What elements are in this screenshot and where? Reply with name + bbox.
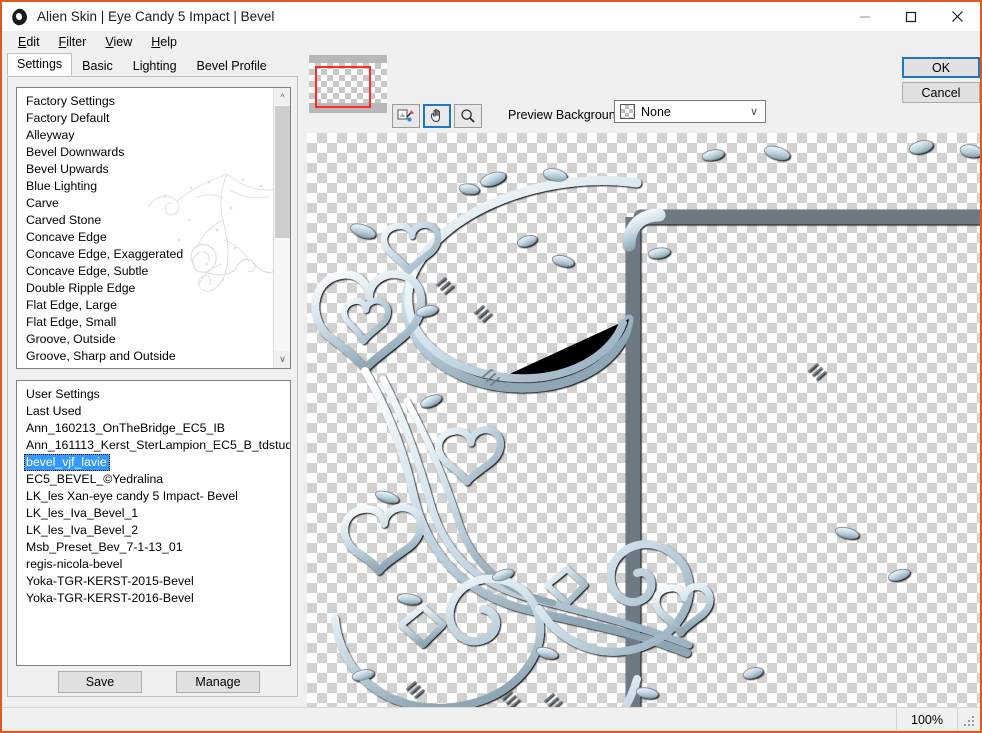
- window-title: Alien Skin | Eye Candy 5 Impact | Bevel: [37, 9, 275, 24]
- tab-lighting[interactable]: Lighting: [122, 55, 187, 76]
- list-item[interactable]: Carve: [24, 195, 59, 212]
- list-item[interactable]: LK_les_Iva_Bevel_1: [24, 505, 138, 522]
- scrollbar-thumb[interactable]: [275, 106, 290, 238]
- manage-button[interactable]: Manage: [176, 671, 260, 693]
- menu-item-help[interactable]: Help: [143, 33, 186, 51]
- preview-navigator[interactable]: [309, 55, 387, 113]
- preview-canvas[interactable]: [307, 133, 980, 707]
- menu-item-view[interactable]: View: [97, 33, 141, 51]
- chevron-down-icon[interactable]: ∨: [750, 105, 758, 118]
- tab-bevel-profile[interactable]: Bevel Profile: [186, 55, 277, 76]
- list-item: User Settings: [26, 387, 100, 401]
- navigator-viewport-rect[interactable]: [315, 66, 371, 108]
- list-item[interactable]: Bevel Downwards: [24, 144, 124, 161]
- zoom-level[interactable]: 100%: [896, 707, 958, 731]
- list-item[interactable]: Yoka-TGR-KERST-2016-Bevel: [24, 590, 194, 607]
- tab-settings[interactable]: Settings: [7, 53, 73, 76]
- menu-item-filter[interactable]: Filter: [51, 33, 96, 51]
- factory-settings-list[interactable]: Factory Settings Factory Default Alleywa…: [16, 87, 291, 369]
- preview-background-select[interactable]: None ∨: [614, 100, 766, 123]
- menu-item-edit-rest: dit: [26, 35, 40, 49]
- list-item[interactable]: Ann_160213_OnTheBridge_EC5_IB: [24, 420, 225, 437]
- list-item[interactable]: Blue Lighting: [24, 178, 97, 195]
- list-item[interactable]: Carved Stone: [24, 212, 101, 229]
- list-item[interactable]: Concave Edge, Subtle: [24, 263, 148, 280]
- list-item[interactable]: Ann_161113_Kerst_SterLampion_EC5_B_tdstu…: [24, 437, 290, 454]
- title-bar: Alien Skin | Eye Candy 5 Impact | Bevel: [2, 2, 980, 31]
- menu-item-edit[interactable]: Edit: [10, 33, 49, 51]
- ok-button[interactable]: OK: [902, 57, 980, 78]
- close-icon[interactable]: [934, 2, 980, 31]
- list-item[interactable]: Msb_Preset_Bev_7-1-13_01: [24, 539, 183, 556]
- preview-background-label: Preview Background:: [508, 108, 627, 122]
- list-item[interactable]: Alleyway: [24, 127, 75, 144]
- list-item[interactable]: regis-nicola-bevel: [24, 556, 122, 573]
- checker-swatch-icon: [620, 104, 635, 119]
- factory-settings-list-items: Factory Settings Factory Default Alleywa…: [17, 88, 273, 368]
- user-settings-list-items: User Settings Last Used Ann_160213_OnThe…: [17, 381, 290, 665]
- list-item[interactable]: EC5_BEVEL_©Yedralina: [24, 471, 163, 488]
- list-item[interactable]: Bevel Upwards: [24, 161, 109, 178]
- list-item: Factory Settings: [26, 94, 115, 108]
- user-settings-list[interactable]: User Settings Last Used Ann_160213_OnThe…: [16, 380, 291, 666]
- preview-background-value: None: [641, 104, 671, 119]
- list-item[interactable]: Factory Default: [24, 110, 109, 127]
- list-item[interactable]: Flat Edge, Large: [24, 297, 117, 314]
- menu-item-view-rest: iew: [113, 35, 133, 49]
- list-item[interactable]: LK_les_Iva_Bevel_2: [24, 522, 138, 539]
- list-item[interactable]: Flat Edge, Small: [24, 314, 116, 331]
- list-item[interactable]: Last Used: [24, 403, 81, 420]
- list-item-selected[interactable]: bevel_vjf_lavie: [24, 454, 110, 471]
- menu-bar: Edit Filter View Help: [2, 31, 980, 53]
- application-window: Alien Skin | Eye Candy 5 Impact | Bevel …: [0, 0, 982, 733]
- list-item[interactable]: Concave Edge: [24, 229, 107, 246]
- hand-icon[interactable]: [423, 104, 451, 128]
- menu-item-help-rest: elp: [160, 35, 177, 49]
- preview-area: Preview Background: None ∨ OK Cancel: [302, 52, 980, 707]
- maximize-icon[interactable]: [888, 2, 934, 31]
- resize-grip-icon[interactable]: [958, 708, 980, 732]
- list-item[interactable]: Groove, Sharp and Outside: [24, 348, 176, 365]
- settings-panel: Factory Settings Factory Default Alleywa…: [7, 76, 298, 697]
- magnifier-icon[interactable]: [454, 104, 482, 128]
- tab-basic[interactable]: Basic: [72, 55, 123, 76]
- list-item[interactable]: LK_les Xan-eye candy 5 Impact- Bevel: [24, 488, 238, 505]
- chevron-up-icon[interactable]: ^: [274, 88, 290, 105]
- cancel-button[interactable]: Cancel: [902, 82, 980, 103]
- minimize-icon[interactable]: [842, 2, 888, 31]
- list-item[interactable]: Yoka-TGR-KERST-2015-Bevel: [24, 573, 194, 590]
- list-item[interactable]: Concave Edge, Exaggerated: [24, 246, 183, 263]
- factory-list-scrollbar[interactable]: ^ ∨: [273, 88, 290, 368]
- window-controls: [842, 2, 980, 31]
- status-bar: 100%: [2, 707, 980, 731]
- eyedropper-icon[interactable]: [392, 104, 420, 128]
- menu-item-filter-rest: ilter: [66, 35, 87, 49]
- list-item[interactable]: Groove, Outside: [24, 331, 116, 348]
- chevron-down-icon[interactable]: ∨: [274, 351, 290, 368]
- list-item[interactable]: Double Ripple Edge: [24, 280, 135, 297]
- alien-eye-icon: [9, 6, 31, 28]
- save-button[interactable]: Save: [58, 671, 142, 693]
